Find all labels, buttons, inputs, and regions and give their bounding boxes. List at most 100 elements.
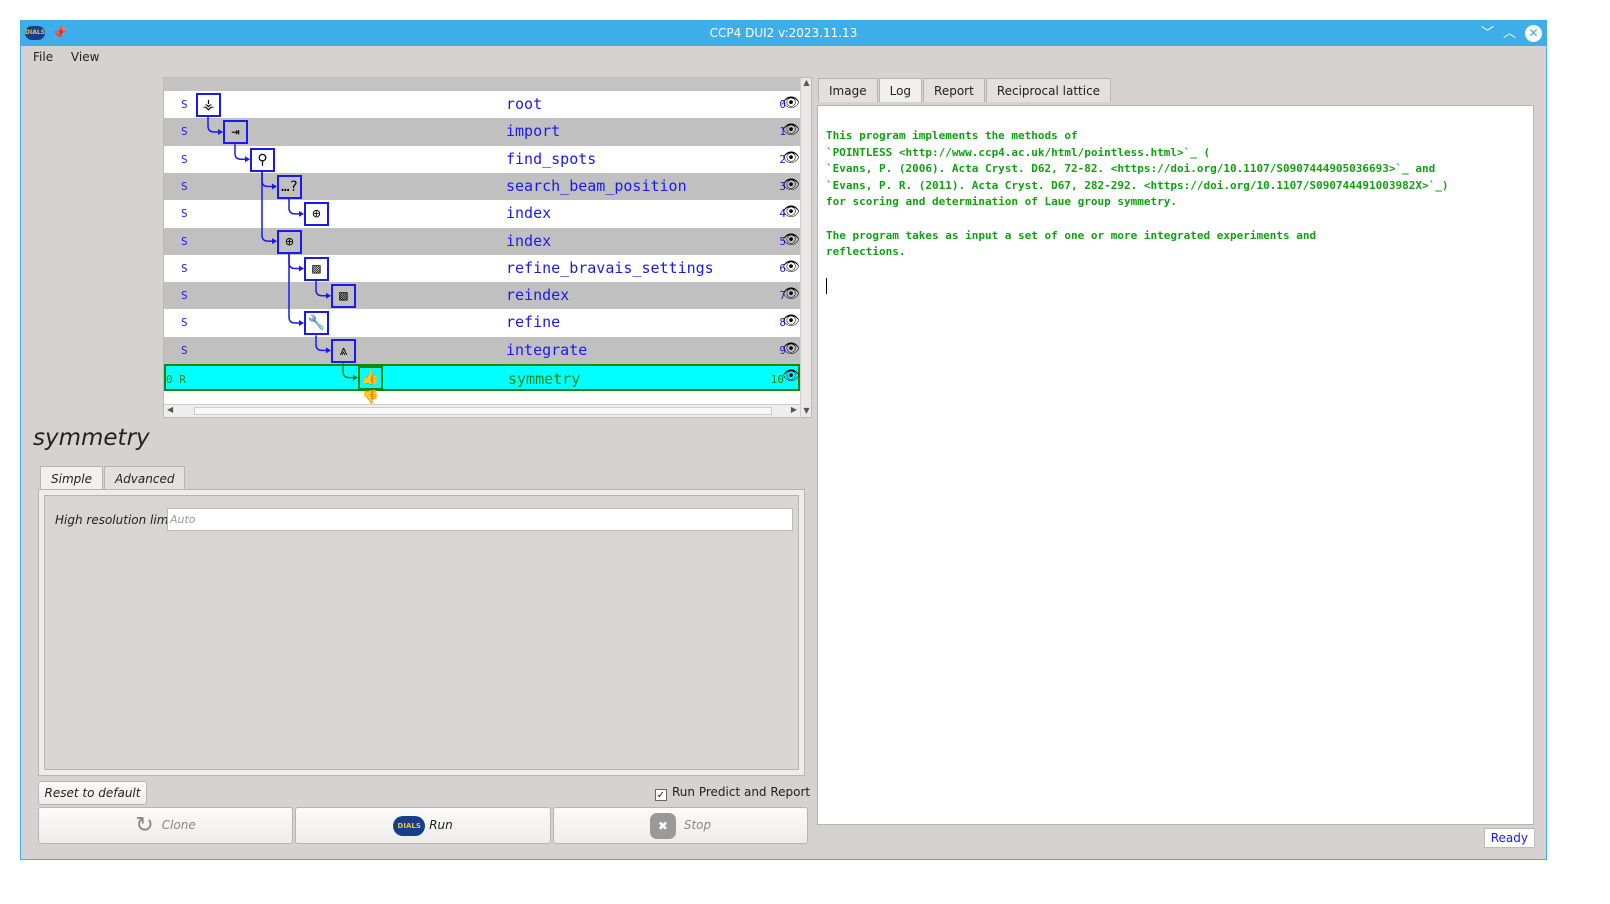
tree-row-root[interactable]: S ⚶ root 0 [164, 91, 800, 118]
tab-report[interactable]: Report [923, 78, 985, 102]
stop-label: Stop [683, 818, 712, 832]
text-caret [826, 278, 827, 294]
node-status: S [181, 152, 188, 166]
tree-row-symmetry[interactable]: 0 R 👍👎 symmetry 10 [164, 364, 800, 406]
scroll-right-icon[interactable]: ▶ [791, 405, 797, 414]
minimize-icon[interactable]: ﹀ [1481, 21, 1494, 46]
status-indicator: Ready [1483, 828, 1535, 848]
tree-row-integrate[interactable]: S ⩓ integrate 9 [164, 336, 800, 364]
high-res-label: High resolution limit [55, 513, 177, 527]
log-panel[interactable]: This program implements the methods of `… [817, 105, 1534, 825]
find-spots-icon[interactable]: ⚲ [250, 147, 275, 172]
thumbs-icon[interactable]: 👍👎 [358, 366, 383, 406]
index-icon[interactable]: ⊕ [277, 229, 302, 254]
pin-icon[interactable]: 📌 [52, 21, 67, 46]
stop-icon: ✖ [649, 812, 676, 839]
run-button[interactable]: DIALS Run [295, 807, 551, 844]
dials-run-icon: DIALS [393, 815, 426, 836]
tab-image[interactable]: Image [818, 78, 878, 102]
hide-eye-icon[interactable]: 👁 [782, 232, 800, 248]
hide-eye-icon[interactable]: 👁 [782, 95, 800, 111]
node-name: index [506, 231, 552, 250]
wrench-icon[interactable]: 🔧 [304, 311, 329, 336]
close-icon[interactable]: ✕ [1525, 25, 1542, 42]
tree-row-refine[interactable]: S 🔧 refine 8 [164, 309, 800, 336]
tree-header [164, 78, 800, 91]
hide-eye-icon[interactable]: 👁 [782, 204, 800, 220]
vertical-scrollbar[interactable]: ▲ ▼ [800, 78, 811, 417]
reset-to-default-button[interactable]: Reset to default [38, 781, 147, 805]
param-tabs: Simple Advanced [40, 466, 186, 490]
node-name: reindex [506, 286, 570, 305]
node-status: S [181, 234, 188, 248]
clone-label: Clone [161, 818, 196, 832]
node-status: S [181, 261, 188, 275]
refine-bravais-icon[interactable]: ▨ [304, 256, 329, 281]
clone-arrow-icon: ↻ [135, 813, 154, 838]
tree-row-find-spots[interactable]: S ⚲ find_spots 2 [164, 146, 800, 173]
scrollbar-thumb[interactable] [194, 407, 772, 415]
workflow-tree[interactable]: S ⚶ root 0S ⇥ import 1S ⚲ find_spots 2S … [163, 77, 812, 418]
integrate-icon[interactable]: ⩓ [331, 338, 356, 363]
horizontal-scrollbar[interactable]: ◀ ▶ [164, 404, 800, 417]
title-bar: DIALS 📌 CCP4 DUI2 v:2023.11.13 ﹀ ︿ ✕ [21, 21, 1546, 46]
tab-simple[interactable]: Simple [40, 466, 103, 490]
tree-row-reindex[interactable]: S ▧ reindex 7 [164, 282, 800, 310]
hide-eye-icon[interactable]: 👁 [782, 313, 800, 329]
reindex-icon[interactable]: ▧ [331, 284, 356, 309]
tree-row-search-beam-position[interactable]: S …? search_beam_position 3 [164, 172, 800, 201]
node-name: symmetry [508, 370, 581, 388]
hide-eye-icon[interactable]: 👁 [782, 122, 800, 138]
menu-view[interactable]: View [71, 50, 99, 64]
root-icon[interactable]: ⚶ [196, 93, 221, 117]
scroll-left-icon[interactable]: ◀ [167, 405, 173, 414]
node-name: integrate [506, 340, 588, 359]
hide-eye-icon[interactable]: 👁 [782, 286, 800, 302]
hide-eye-icon[interactable]: 👁 [782, 259, 800, 275]
node-status: 0 R [166, 373, 186, 386]
log-text: This program implements the methods of `… [826, 129, 1449, 259]
clone-button[interactable]: ↻ Clone [38, 807, 293, 844]
node-name: index [506, 204, 552, 223]
node-name: find_spots [506, 149, 597, 168]
maximize-icon[interactable]: ︿ [1503, 21, 1516, 46]
checkbox-mark[interactable]: ✓ [655, 789, 667, 801]
tree-row-index[interactable]: S ⊕ index 4 [164, 200, 800, 227]
output-tabs: Image Log Report Reciprocal lattice [818, 78, 1112, 102]
node-status: S [181, 179, 188, 193]
scroll-up-icon[interactable]: ▲ [801, 78, 811, 87]
tree-row-index[interactable]: S ⊕ index 5 [164, 227, 800, 255]
node-status: S [181, 207, 188, 221]
hide-eye-icon[interactable]: 👁 [782, 150, 800, 166]
params-panel: High resolution limit Auto [38, 489, 805, 776]
hide-eye-icon[interactable]: 👁 [782, 368, 800, 384]
stop-button[interactable]: ✖ Stop [553, 807, 808, 844]
hide-eye-icon[interactable]: 👁 [782, 341, 800, 357]
tab-reciprocal-lattice[interactable]: Reciprocal lattice [985, 78, 1112, 102]
window-title: CCP4 DUI2 v:2023.11.13 [709, 26, 858, 40]
node-status: S [181, 289, 188, 303]
node-status: S [181, 316, 188, 330]
import-icon[interactable]: ⇥ [223, 120, 248, 145]
node-status: S [181, 343, 188, 357]
scroll-down-icon[interactable]: ▼ [801, 406, 811, 415]
step-title: symmetry [33, 425, 150, 451]
high-res-input[interactable]: Auto [167, 508, 793, 531]
menu-bar: File View [21, 46, 1546, 68]
node-name: refine_bravais_settings [506, 258, 714, 277]
tab-advanced[interactable]: Advanced [103, 466, 186, 490]
node-name: root [506, 95, 543, 113]
search-beam-icon[interactable]: …? [277, 174, 302, 199]
tree-row-import[interactable]: S ⇥ import 1 [164, 118, 800, 146]
hide-eye-icon[interactable]: 👁 [782, 177, 800, 193]
node-name: import [506, 122, 561, 141]
tab-log[interactable]: Log [878, 78, 923, 102]
index-icon[interactable]: ⊕ [304, 202, 329, 227]
run-predict-checkbox[interactable]: ✓ Run Predict and Report [655, 785, 810, 801]
main-window: DIALS 📌 CCP4 DUI2 v:2023.11.13 ﹀ ︿ ✕ Fil… [20, 20, 1547, 860]
node-name: search_beam_position [506, 176, 687, 195]
menu-file[interactable]: File [33, 50, 53, 64]
tree-row-refine-bravais-settings[interactable]: S ▨ refine_bravais_settings 6 [164, 255, 800, 282]
run-predict-label: Run Predict and Report [672, 785, 811, 799]
run-label: Run [429, 818, 453, 832]
